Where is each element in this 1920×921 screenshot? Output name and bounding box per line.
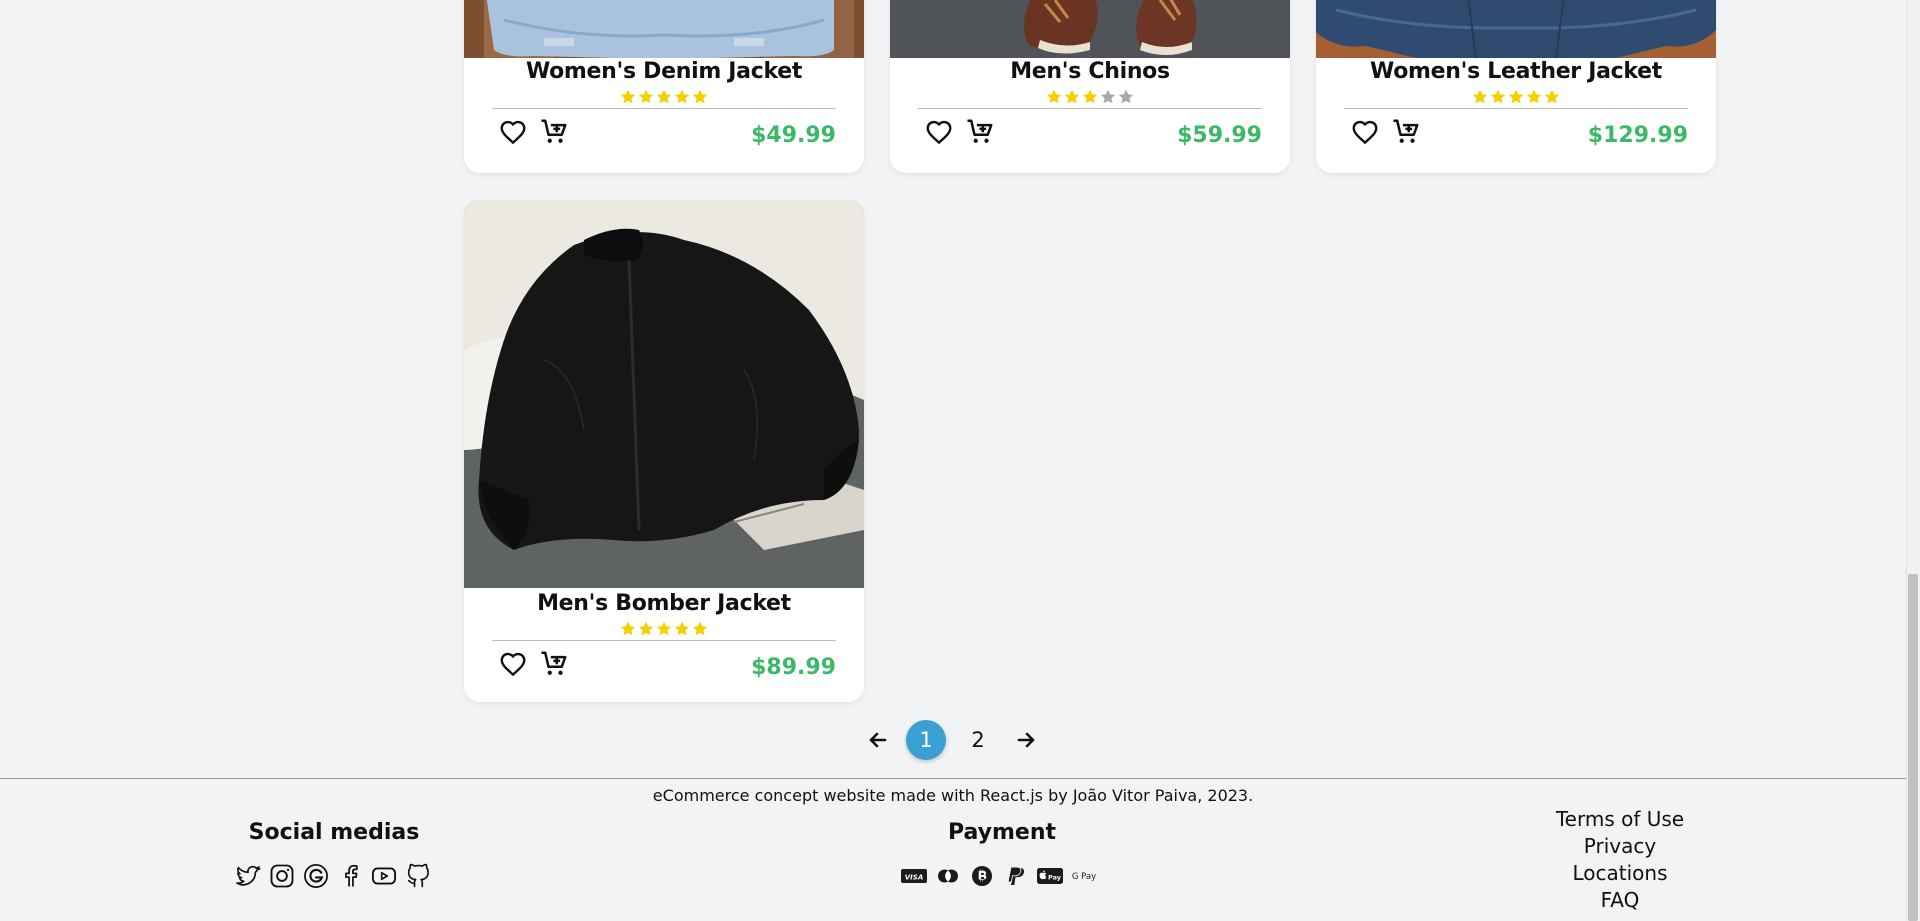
rating-stars [890,86,1290,108]
visa-label: VISA [905,874,923,882]
product-image[interactable] [1316,0,1716,58]
star-filled-icon [691,620,709,638]
product-price: $49.99 [751,123,836,148]
rating-stars [464,86,864,108]
twitter-icon[interactable] [234,862,262,890]
faq-link[interactable]: FAQ [1530,887,1710,914]
product-name[interactable]: Men's Bomber Jacket [464,590,864,618]
star-filled-icon [1543,88,1561,106]
star-filled-icon [1489,88,1507,106]
star-filled-icon [637,88,655,106]
heart-icon[interactable] [498,649,528,679]
star-filled-icon [673,88,691,106]
apple-pay-label: Pay [1048,873,1062,881]
next-page-button[interactable] [1006,720,1046,760]
arrow-right-icon [1017,732,1035,748]
product-card[interactable]: Men's Bomber Jacket $89.99 [464,200,864,702]
heart-icon[interactable] [924,117,954,147]
star-filled-icon [1471,88,1489,106]
payment-title: Payment [947,820,1057,845]
privacy-link[interactable]: Privacy [1530,833,1710,860]
star-filled-icon [1081,88,1099,106]
add-to-cart-icon[interactable] [539,117,569,147]
heart-icon[interactable] [498,117,528,147]
star-filled-icon [691,88,709,106]
arrow-left-icon [869,732,887,748]
add-to-cart-icon[interactable] [539,649,569,679]
social-media-title: Social medias [248,820,420,845]
product-image[interactable] [890,0,1290,58]
product-image[interactable] [464,200,864,588]
add-to-cart-icon[interactable] [1391,117,1421,147]
star-filled-icon [1045,88,1063,106]
bitcoin-icon [972,866,992,886]
product-name[interactable]: Women's Denim Jacket [464,58,864,86]
apple-pay-icon: Pay [1037,868,1063,884]
footer-credit: eCommerce concept website made with Reac… [652,786,1254,805]
github-icon[interactable] [404,862,432,890]
product-price: $59.99 [1177,123,1262,148]
terms-of-use-link[interactable]: Terms of Use [1530,806,1710,833]
star-filled-icon [619,620,637,638]
star-filled-icon [655,88,673,106]
visa-icon: VISA [901,869,927,883]
paypal-icon [1007,866,1025,885]
rating-stars [464,618,864,640]
prev-page-button[interactable] [858,720,898,760]
google-pay-icon: G Pay [1072,872,1096,882]
product-name[interactable]: Women's Leather Jacket [1316,58,1716,86]
star-filled-icon [619,88,637,106]
star-filled-icon [673,620,691,638]
scrollbar[interactable] [1906,0,1920,921]
footer-links: Terms of Use Privacy Locations FAQ [1530,806,1710,914]
locations-link[interactable]: Locations [1530,860,1710,887]
add-to-cart-icon[interactable] [965,117,995,147]
facebook-icon[interactable] [336,862,364,890]
google-pay-label: G Pay [1072,872,1096,882]
star-filled-icon [637,620,655,638]
star-filled-icon [1063,88,1081,106]
star-filled-icon [1525,88,1543,106]
star-filled-icon [1507,88,1525,106]
product-price: $89.99 [751,655,836,680]
product-image[interactable] [464,0,864,58]
youtube-icon[interactable] [370,862,398,890]
scrollbar-thumb[interactable] [1908,574,1918,921]
heart-icon[interactable] [1350,117,1380,147]
star-filled-icon [655,620,673,638]
page-button-2[interactable]: 2 [958,720,998,760]
instagram-icon[interactable] [268,862,296,890]
product-card[interactable]: Women's Leather Jacket $129.99 [1316,0,1716,173]
star-empty-icon [1117,88,1135,106]
rating-stars [1316,86,1716,108]
product-card[interactable]: Men's Chinos $59.99 [890,0,1290,173]
star-empty-icon [1099,88,1117,106]
mastercard-icon [938,869,958,883]
pagination: 1 2 [858,720,1048,762]
google-icon[interactable] [302,862,330,890]
footer-divider [0,778,1906,779]
product-name[interactable]: Men's Chinos [890,58,1290,86]
page-button-1[interactable]: 1 [906,720,946,760]
product-card[interactable]: Women's Denim Jacket $49.99 [464,0,864,173]
product-price: $129.99 [1587,123,1688,148]
